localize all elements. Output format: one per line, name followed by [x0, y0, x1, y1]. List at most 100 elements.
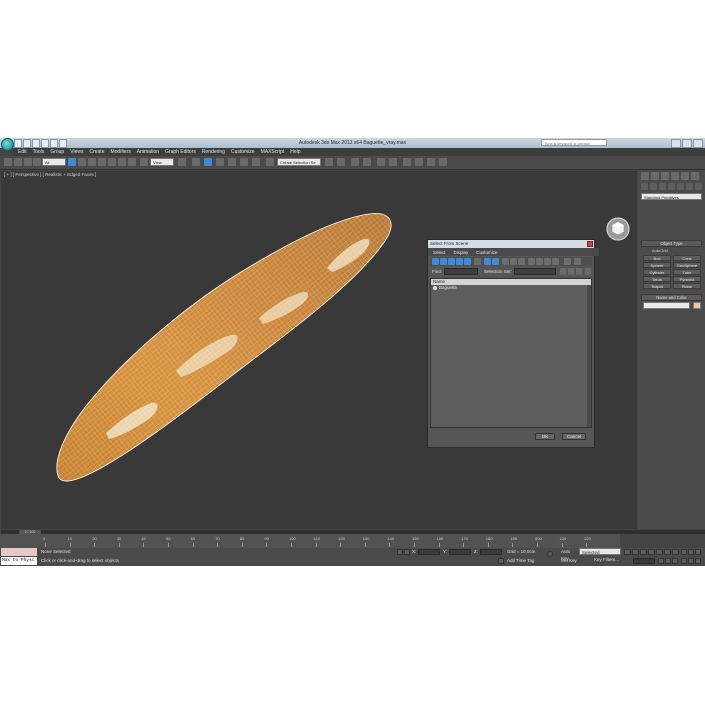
object-list[interactable]: Name Baguette — [430, 278, 592, 428]
cone-button[interactable]: Cone — [673, 255, 701, 261]
link-icon[interactable] — [14, 158, 22, 166]
shapes-icon[interactable] — [650, 183, 657, 190]
render-setup-icon[interactable] — [415, 158, 423, 166]
selection-set-dropdown[interactable] — [514, 268, 556, 275]
select-rotate-icon[interactable] — [118, 158, 126, 166]
mirror-icon[interactable] — [325, 158, 333, 166]
zoom-extents-icon[interactable] — [672, 558, 678, 564]
menu-modifiers[interactable]: Modifiers — [110, 149, 130, 155]
menu-tools[interactable]: Tools — [33, 149, 45, 155]
set-key-button[interactable]: Set Key — [561, 557, 579, 564]
angle-snap-icon[interactable] — [228, 158, 236, 166]
undo-toolbar-icon[interactable] — [4, 158, 12, 166]
track-bar[interactable]: 0 10 20 30 40 50 60 70 80 90 100 110 120 130 140 150 160… — [0, 534, 620, 548]
spinner-snap-icon[interactable] — [252, 158, 260, 166]
manipulate-icon[interactable] — [192, 158, 200, 166]
select-none-icon[interactable] — [536, 258, 543, 265]
named-selection-set-dropdown[interactable]: Create Selection Se — [277, 158, 321, 166]
cancel-button[interactable]: Cancel — [562, 433, 586, 440]
z-coordinate-field[interactable] — [480, 549, 502, 555]
field-of-view-icon[interactable] — [688, 549, 694, 555]
modify-tab-icon[interactable] — [651, 172, 659, 180]
zoom-icon[interactable] — [658, 558, 664, 564]
menu-graph-editors[interactable]: Graph Editors — [165, 149, 196, 155]
reference-coord-icon[interactable] — [140, 158, 148, 166]
unlink-icon[interactable] — [24, 158, 32, 166]
key-mode-icon[interactable] — [664, 549, 671, 555]
current-frame-field[interactable] — [633, 558, 655, 564]
maximize-icon[interactable] — [682, 139, 692, 148]
keyboard-shortcut-override-icon[interactable] — [204, 158, 212, 166]
geometry-icon[interactable] — [641, 183, 648, 190]
rendered-frame-window-icon[interactable] — [427, 158, 435, 166]
key-icon[interactable] — [547, 551, 553, 557]
list-item[interactable]: Baguette — [431, 285, 591, 291]
render-production-icon[interactable] — [439, 158, 447, 166]
delete-selection-set-icon[interactable] — [576, 268, 582, 275]
teapot-button[interactable]: Teapot — [643, 283, 671, 289]
maxscript-listener-top[interactable] — [1, 548, 37, 556]
box-button[interactable]: Box — [643, 255, 671, 261]
dialog-menu-customize[interactable]: Customize — [476, 250, 497, 255]
y-coordinate-field[interactable] — [449, 549, 471, 555]
viewcube-icon[interactable] — [605, 216, 631, 242]
add-time-tag[interactable]: Add Time Tag — [507, 558, 534, 563]
display-groups-icon[interactable] — [484, 258, 491, 265]
select-move-icon[interactable] — [108, 158, 116, 166]
display-tab-icon[interactable] — [681, 172, 689, 180]
menu-rendering[interactable]: Rendering — [202, 149, 225, 155]
select-by-name-icon[interactable] — [78, 158, 86, 166]
create-selection-set-icon[interactable] — [568, 268, 574, 275]
cylinder-button[interactable]: Cylinder — [643, 269, 671, 275]
pyramid-button[interactable]: Pyramid — [673, 276, 701, 282]
layer-manager-icon[interactable] — [351, 158, 359, 166]
display-helpers-icon[interactable] — [464, 258, 471, 265]
create-tab-icon[interactable] — [641, 172, 649, 180]
display-frozen-icon[interactable] — [518, 258, 525, 265]
find-input[interactable] — [444, 268, 478, 275]
maxscript-listener-input[interactable]: Max to Physc — [1, 557, 37, 565]
next-frame-icon[interactable] — [648, 549, 655, 555]
plane-button[interactable]: Plane — [673, 283, 701, 289]
primitive-category-dropdown[interactable]: Standard Primitives — [641, 193, 702, 200]
list-scrollbar[interactable] — [587, 285, 591, 427]
helpers-icon[interactable] — [677, 183, 684, 190]
play-icon[interactable] — [640, 549, 647, 555]
systems-icon[interactable] — [695, 183, 702, 190]
utilities-tab-icon[interactable] — [691, 172, 699, 180]
object-type-rollout[interactable]: Object Type — [641, 240, 702, 247]
display-cameras-icon[interactable] — [456, 258, 463, 265]
selection-filter-dropdown[interactable]: All — [42, 158, 66, 166]
help-search-input[interactable]: Type a keyword or phrase — [541, 139, 607, 146]
edit-named-selection-icon[interactable] — [266, 158, 274, 166]
goto-start-icon[interactable] — [624, 549, 631, 555]
lock-selection-icon[interactable] — [397, 549, 403, 555]
object-color-swatch[interactable] — [693, 302, 701, 309]
display-spacewarps-icon[interactable] — [474, 258, 481, 265]
selection-set-icon[interactable] — [560, 268, 566, 275]
display-lights-icon[interactable] — [448, 258, 455, 265]
percent-snap-icon[interactable] — [240, 158, 248, 166]
pivot-center-icon[interactable] — [178, 158, 186, 166]
menu-customize[interactable]: Customize — [231, 149, 255, 155]
filter-icon[interactable] — [564, 258, 571, 265]
menu-edit[interactable]: Edit — [18, 149, 27, 155]
dialog-close-icon[interactable] — [587, 241, 593, 247]
zoom-extents-all-icon[interactable] — [681, 549, 687, 555]
minimize-icon[interactable] — [671, 139, 681, 148]
ok-button[interactable]: OK — [535, 433, 555, 440]
rectangle-selection-icon[interactable] — [88, 158, 96, 166]
curve-editor-icon[interactable] — [377, 158, 385, 166]
time-tag-icon[interactable] — [498, 558, 504, 564]
menu-views[interactable]: Views — [70, 149, 83, 155]
select-object-icon[interactable] — [68, 158, 76, 166]
space-warps-icon[interactable] — [686, 183, 693, 190]
display-xrefs-icon[interactable] — [492, 258, 499, 265]
align-icon[interactable] — [337, 158, 345, 166]
dialog-menu-display[interactable]: Display — [454, 250, 469, 255]
pan-view-icon[interactable] — [695, 549, 701, 555]
display-containers-icon[interactable] — [510, 258, 517, 265]
motion-tab-icon[interactable] — [671, 172, 679, 180]
tube-button[interactable]: Tube — [673, 269, 701, 275]
absolute-mode-icon[interactable] — [404, 549, 410, 555]
